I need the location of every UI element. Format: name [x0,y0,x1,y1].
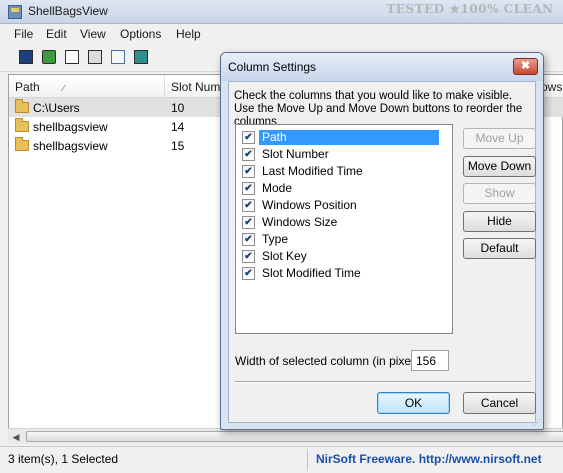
sort-indicator-icon: ∕ [63,83,65,93]
menu-edit[interactable]: Edit [46,27,67,41]
show-button[interactable]: Show [463,183,536,204]
html-report-icon[interactable] [109,48,127,66]
resize-grip-icon[interactable]: ⋰ [533,418,541,427]
move-down-button[interactable]: Move Down [463,156,536,177]
column-label-last-modified-time: Last Modified Time [262,164,363,178]
nirsoft-link[interactable]: NirSoft Freeware. http://www.nirsoft.net [316,452,542,466]
column-header-path-label: Path [15,80,40,94]
column-item-mode[interactable]: ✔ Mode [241,180,441,197]
column-label-slot-number: Slot Number [262,147,329,161]
row-slot: 10 [171,101,185,115]
column-item-path[interactable]: ✔ Path [241,129,441,146]
checkbox-slot-number[interactable]: ✔ [242,148,255,161]
menu-file[interactable]: File [14,27,33,41]
column-label-mode: Mode [262,181,293,195]
column-width-input[interactable]: 156 [411,350,449,371]
column-header-slot-label: Slot Num [171,80,221,94]
title-bar[interactable]: ShellBagsView [0,0,563,24]
properties-icon[interactable] [86,48,104,66]
ok-button[interactable]: OK [377,392,450,414]
checkbox-slot-key[interactable]: ✔ [242,250,255,263]
folder-icon [15,118,29,132]
column-label-type: Type [262,232,289,246]
columns-listbox[interactable]: ✔ Path ✔ Slot Number ✔ Last Modified Tim… [235,124,453,334]
menu-options[interactable]: Options [120,27,161,41]
scroll-left-icon[interactable]: ◀ [10,431,22,443]
close-icon[interactable]: ✖ [513,58,538,75]
column-settings-dialog: Column Settings ✖ Check the columns that… [220,52,544,430]
checkbox-windows-size[interactable]: ✔ [242,216,255,229]
status-bar: 3 item(s), 1 Selected NirSoft Freeware. … [0,446,563,473]
column-item-slot-number[interactable]: ✔ Slot Number [241,146,441,163]
refresh-icon[interactable] [40,48,58,66]
cancel-button[interactable]: Cancel [463,392,536,414]
checkbox-windows-position[interactable]: ✔ [242,199,255,212]
column-label-slot-modified-time: Slot Modified Time [262,266,361,280]
move-up-button[interactable]: Move Up [463,128,536,149]
dialog-divider [235,381,531,383]
dialog-title: Column Settings [228,60,317,74]
checkbox-last-modified-time[interactable]: ✔ [242,165,255,178]
column-label-path: Path [259,130,439,145]
column-header-windows-label: ows [541,80,563,94]
column-item-last-modified-time[interactable]: ✔ Last Modified Time [241,163,441,180]
menu-help[interactable]: Help [176,27,201,41]
folder-icon [15,137,29,151]
save-icon[interactable] [17,48,35,66]
checkbox-slot-modified-time[interactable]: ✔ [242,267,255,280]
column-item-slot-key[interactable]: ✔ Slot Key [241,248,441,265]
column-item-slot-modified-time[interactable]: ✔ Slot Modified Time [241,265,441,282]
hide-button[interactable]: Hide [463,211,536,232]
checkbox-mode[interactable]: ✔ [242,182,255,195]
folder-icon [15,99,29,113]
dialog-body: Check the columns that you would like to… [228,81,536,423]
row-slot: 14 [171,120,185,134]
horizontal-scrollbar[interactable]: ◀ [8,428,563,444]
row-slot: 15 [171,139,185,153]
column-header-slot-number[interactable]: Slot Num [165,75,225,98]
status-separator [307,449,308,471]
menu-view[interactable]: View [80,27,106,41]
default-button[interactable]: Default [463,238,536,259]
column-label-windows-size: Windows Size [262,215,338,229]
column-item-windows-size[interactable]: ✔ Windows Size [241,214,441,231]
exit-icon[interactable] [132,48,150,66]
column-label-windows-position: Windows Position [262,198,357,212]
status-item-count: 3 item(s), 1 Selected [8,452,119,466]
scrollbar-thumb[interactable] [26,431,563,442]
column-item-windows-position[interactable]: ✔ Windows Position [241,197,441,214]
dialog-title-bar[interactable]: Column Settings ✖ [221,53,543,81]
window-title: ShellBagsView [28,4,108,18]
column-label-slot-key: Slot Key [262,249,307,263]
copy-icon[interactable] [63,48,81,66]
row-path: C:\Users [33,101,80,115]
column-header-path[interactable]: Path ∕ [9,75,165,98]
menu-bar: File Edit View Options Help [0,24,563,44]
column-width-label: Width of selected column (in pixels): [235,354,428,368]
app-icon [8,5,22,19]
checkbox-path[interactable]: ✔ [242,131,255,144]
column-item-type[interactable]: ✔ Type [241,231,441,248]
checkbox-type[interactable]: ✔ [242,233,255,246]
row-path: shellbagsview [33,139,108,153]
row-path: shellbagsview [33,120,108,134]
